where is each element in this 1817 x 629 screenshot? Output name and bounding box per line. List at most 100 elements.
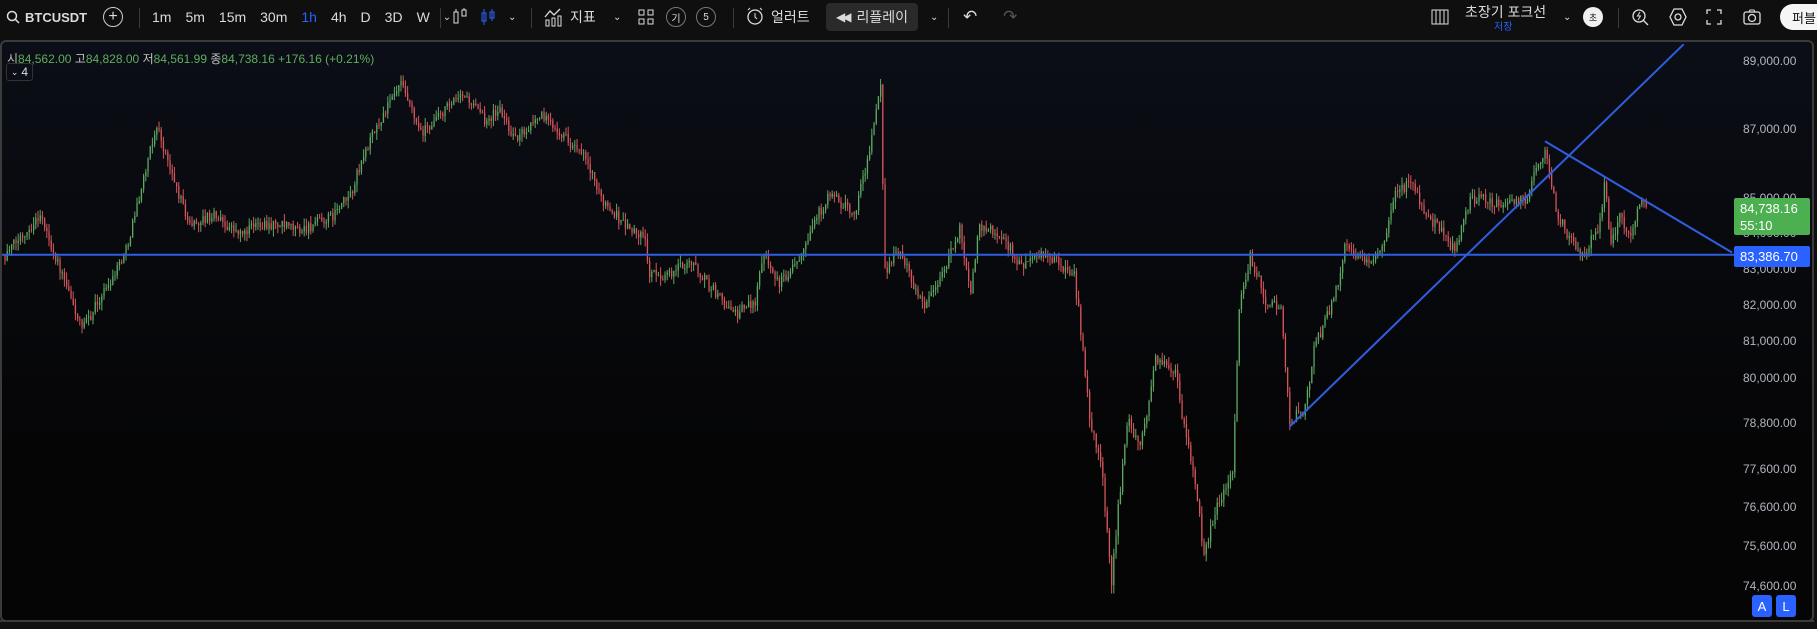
candle-down bbox=[63, 272, 66, 280]
candle-down bbox=[1553, 187, 1555, 193]
candle-up bbox=[312, 224, 314, 231]
candle-down bbox=[70, 290, 72, 299]
candle-down bbox=[970, 281, 972, 294]
candle-down bbox=[1188, 437, 1190, 446]
candle-down bbox=[1157, 355, 1159, 363]
candle-up bbox=[686, 262, 688, 269]
candle-down bbox=[41, 215, 44, 219]
candle-up bbox=[1029, 258, 1031, 262]
candle-up bbox=[1562, 219, 1564, 225]
candle-up bbox=[1590, 235, 1592, 249]
indicators-collapse-button[interactable]: ⌄ 4 bbox=[6, 63, 33, 81]
candle-down bbox=[1100, 452, 1102, 462]
candle-up bbox=[1614, 234, 1617, 236]
candle-down bbox=[495, 110, 497, 116]
candle-down bbox=[160, 129, 162, 141]
candle-down bbox=[514, 134, 517, 136]
candle-down bbox=[288, 222, 290, 226]
candle-up bbox=[145, 172, 147, 176]
candle-down bbox=[66, 279, 68, 287]
candle-up bbox=[85, 317, 88, 323]
candle-down bbox=[508, 120, 510, 132]
candle-up bbox=[272, 220, 275, 230]
candle-down bbox=[778, 277, 781, 288]
candle-up bbox=[794, 264, 796, 266]
candle-up bbox=[789, 271, 792, 277]
candle-up bbox=[499, 107, 501, 113]
close-label: 종 bbox=[210, 52, 222, 66]
candle-up bbox=[134, 216, 136, 221]
candle-down bbox=[1513, 199, 1515, 204]
candle-up bbox=[1163, 360, 1166, 365]
candle-up bbox=[745, 307, 748, 309]
candle-down bbox=[1262, 287, 1265, 298]
log-scale-button[interactable]: L bbox=[1776, 595, 1796, 617]
candle-down bbox=[477, 104, 479, 109]
candle-down bbox=[77, 314, 79, 320]
candle-down bbox=[750, 301, 752, 308]
candle-up bbox=[486, 120, 488, 125]
candle-down bbox=[1168, 365, 1170, 369]
candle-up bbox=[1271, 301, 1273, 306]
candle-down bbox=[59, 259, 61, 273]
candle-down bbox=[501, 107, 503, 116]
price-tick-label: 78,800.00 bbox=[1743, 416, 1797, 430]
candle-down bbox=[662, 278, 664, 280]
candle-down bbox=[587, 159, 589, 164]
candle-up bbox=[1223, 489, 1225, 500]
candle-up bbox=[1326, 311, 1328, 318]
candle-down bbox=[1287, 367, 1289, 393]
candle-down bbox=[422, 129, 424, 136]
candle-down bbox=[913, 282, 915, 289]
candle-up bbox=[1388, 220, 1390, 233]
candle-up bbox=[308, 223, 310, 233]
candle-down bbox=[442, 113, 444, 117]
candle-up bbox=[257, 222, 259, 224]
candle-down bbox=[853, 212, 855, 215]
candle-up bbox=[279, 226, 281, 228]
candle-down bbox=[829, 193, 831, 197]
ohlc-legend: 시84,562.00 고84,828.00 저84,561.99 종84,738… bbox=[7, 50, 374, 67]
candle-down bbox=[550, 120, 552, 122]
candle-up bbox=[1542, 158, 1544, 163]
candle-up bbox=[572, 145, 574, 148]
candle-down bbox=[198, 223, 200, 225]
candle-down bbox=[532, 122, 534, 124]
candle-down bbox=[415, 117, 418, 123]
candle-up bbox=[860, 183, 862, 196]
candle-down bbox=[1254, 266, 1256, 273]
candle-up bbox=[396, 91, 398, 94]
candle-down bbox=[1185, 423, 1188, 438]
candle-down bbox=[1276, 300, 1278, 309]
candle-up bbox=[393, 93, 396, 97]
candle-down bbox=[299, 227, 301, 233]
candle-down bbox=[215, 211, 217, 219]
candle-up bbox=[1379, 250, 1381, 254]
candle-up bbox=[666, 272, 668, 276]
candle-down bbox=[1265, 297, 1267, 305]
candle-up bbox=[294, 226, 297, 230]
candle-down bbox=[952, 248, 954, 250]
candle-up bbox=[1370, 262, 1372, 264]
candle-up bbox=[371, 131, 374, 138]
candle-down bbox=[481, 111, 484, 113]
candle-up bbox=[673, 270, 675, 277]
candle-down bbox=[209, 212, 211, 221]
candle-down bbox=[1491, 198, 1493, 207]
candle-up bbox=[935, 287, 937, 290]
candle-down bbox=[618, 210, 620, 223]
candle-down bbox=[1111, 556, 1113, 586]
candle-up bbox=[451, 104, 453, 106]
candle-down bbox=[1487, 202, 1489, 204]
candle-up bbox=[1617, 221, 1619, 235]
candle-up bbox=[1456, 242, 1458, 252]
candle-down bbox=[1474, 195, 1476, 204]
candle-down bbox=[646, 238, 649, 261]
candle-up bbox=[301, 231, 303, 233]
candle-down bbox=[708, 278, 710, 291]
candle-up bbox=[710, 289, 712, 291]
price-chart[interactable] bbox=[0, 0, 1817, 629]
candle-up bbox=[1135, 435, 1137, 438]
candle-up bbox=[473, 103, 475, 106]
auto-scale-button[interactable]: A bbox=[1752, 595, 1772, 617]
